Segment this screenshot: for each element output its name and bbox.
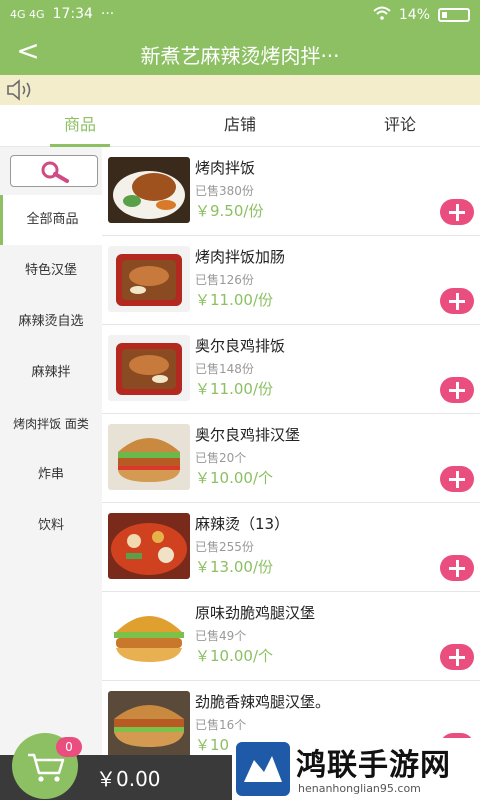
add-to-cart-button[interactable] [440, 644, 474, 670]
product-name: 奥尔良鸡排汉堡 [195, 426, 301, 444]
watermark-text: 鸿联手游网 [296, 748, 451, 783]
product-item[interactable]: 原味劲脆鸡腿汉堡 已售49个 ￥10.00/个 [102, 592, 480, 681]
product-price: ￥13.00/份 [195, 558, 273, 576]
product-image [108, 246, 190, 312]
product-item[interactable]: 烤肉拌饭 已售380份 ￥9.50/份 [102, 147, 480, 236]
product-image [108, 513, 190, 579]
product-name: 麻辣烫（13） [195, 515, 290, 533]
category-rice-noodles[interactable]: 烤肉拌饭 面类 [0, 399, 102, 449]
product-item[interactable]: 奥尔良鸡排饭 已售148份 ￥11.00/份 [102, 325, 480, 414]
status-dots: ··· [100, 6, 115, 22]
watermark-logo [236, 742, 290, 796]
product-item[interactable]: 烤肉拌饭加肠 已售126份 ￥11.00/份 [102, 236, 480, 325]
product-price: ￥10.00/个 [195, 647, 273, 665]
product-price: ￥10.00/个 [195, 469, 273, 487]
product-sold: 已售255份 [195, 540, 254, 554]
product-item[interactable]: 麻辣烫（13） 已售255份 ￥13.00/份 [102, 503, 480, 592]
product-price: ￥9.50/份 [195, 202, 264, 220]
page-title: 新煮艺麻辣烫烤肉拌··· [140, 44, 340, 68]
cart-count-badge: 0 [56, 737, 82, 757]
product-sold: 已售380份 [195, 184, 254, 198]
product-sold: 已售148份 [195, 362, 254, 376]
category-skewers[interactable]: 炸串 [0, 450, 102, 500]
speaker-icon [7, 79, 31, 101]
category-malaban[interactable]: 麻辣拌 [0, 348, 102, 398]
product-sold: 已售126份 [195, 273, 254, 287]
battery-percent: 14% [398, 7, 430, 23]
product-image [108, 157, 190, 223]
cart-icon [28, 753, 65, 782]
add-to-cart-button[interactable] [440, 555, 474, 581]
category-burgers[interactable]: 特色汉堡 [0, 246, 102, 296]
back-button[interactable]: < [10, 36, 46, 68]
watermark: 鸿联手游网 henanhonglian95.com [232, 738, 480, 800]
add-to-cart-button[interactable] [440, 199, 474, 225]
category-malatang[interactable]: 麻辣烫自选 [0, 297, 102, 347]
tab-bar: 商品 店铺 评论 [0, 105, 480, 147]
product-sold: 已售16个 [195, 718, 247, 732]
product-price: ￥10 [195, 736, 230, 754]
product-name: 劲脆香辣鸡腿汉堡。 [195, 693, 331, 711]
product-price: ￥11.00/份 [195, 291, 273, 309]
search-button[interactable] [10, 155, 98, 187]
product-name: 原味劲脆鸡腿汉堡 [195, 604, 316, 622]
category-all[interactable]: 全部商品 [0, 195, 102, 245]
wifi-icon [373, 6, 391, 24]
status-bar: 4G 4G 17:34 ··· 14% [0, 0, 480, 30]
product-image [108, 424, 190, 490]
product-item[interactable]: 奥尔良鸡排汉堡 已售20个 ￥10.00/个 [102, 414, 480, 503]
cart-total: ￥0.00 [96, 767, 161, 791]
notice-bar [0, 75, 480, 105]
signal-icon: 4G 4G [10, 7, 45, 21]
product-list: 烤肉拌饭 已售380份 ￥9.50/份 烤肉拌饭加肠 已售126份 ￥11.00… [102, 147, 480, 755]
watermark-url: henanhonglian95.com [298, 782, 421, 795]
tab-store[interactable]: 店铺 [160, 105, 320, 147]
battery-icon [438, 8, 470, 22]
app-header: < 新煮艺麻辣烫烤肉拌··· [0, 30, 480, 75]
product-image [108, 335, 190, 401]
category-sidebar: 全部商品 特色汉堡 麻辣烫自选 麻辣拌 烤肉拌饭 面类 炸串 饮料 [0, 147, 102, 755]
product-price: ￥11.00/份 [195, 380, 273, 398]
product-image [108, 691, 190, 755]
product-name: 烤肉拌饭 [195, 159, 256, 177]
add-to-cart-button[interactable] [440, 377, 474, 403]
category-drinks[interactable]: 饮料 [0, 501, 102, 551]
add-to-cart-button[interactable] [440, 288, 474, 314]
add-to-cart-button[interactable] [440, 466, 474, 492]
product-sold: 已售20个 [195, 451, 247, 465]
status-time: 17:34 [52, 6, 93, 22]
tab-goods[interactable]: 商品 [0, 105, 160, 147]
product-name: 奥尔良鸡排饭 [195, 337, 286, 355]
product-image [108, 602, 190, 668]
product-sold: 已售49个 [195, 629, 247, 643]
search-icon [41, 161, 69, 183]
tab-reviews[interactable]: 评论 [320, 105, 480, 147]
product-name: 烤肉拌饭加肠 [195, 248, 286, 266]
